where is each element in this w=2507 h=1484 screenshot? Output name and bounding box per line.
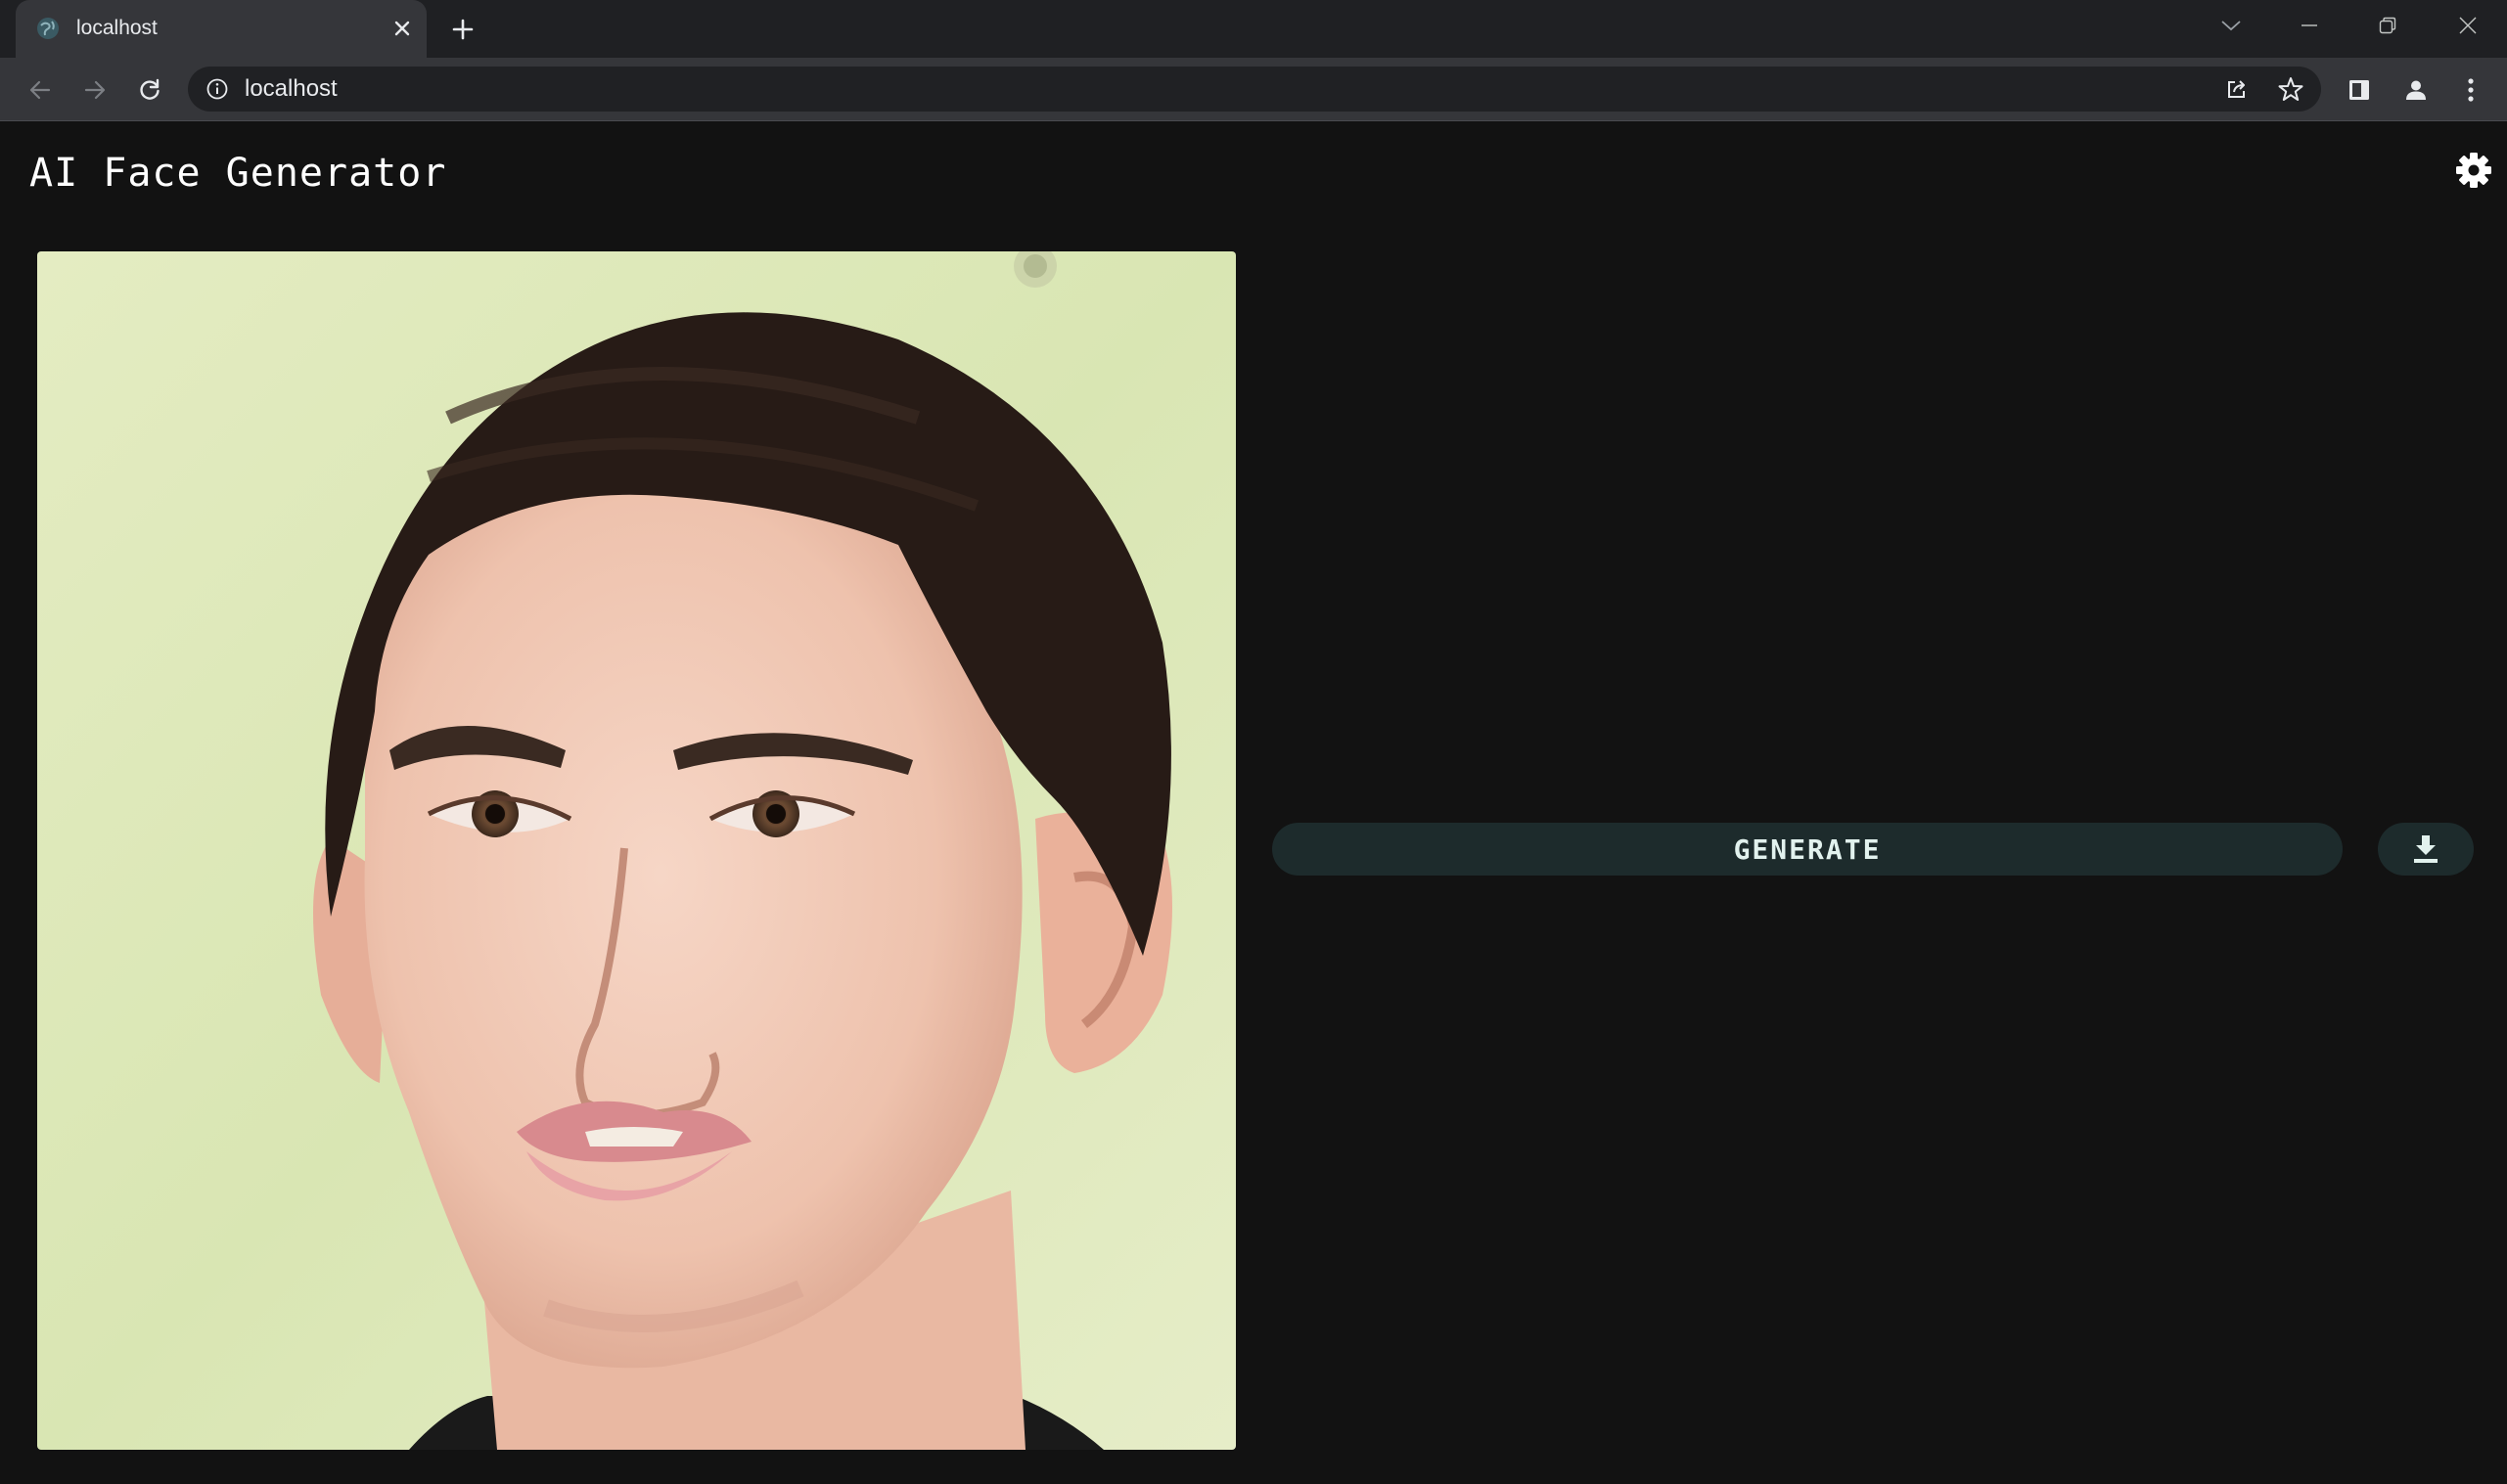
app-page: AI Face Generator GENERATE <box>0 121 2507 1484</box>
minimize-icon <box>2302 24 2317 26</box>
download-icon <box>2414 835 2438 863</box>
profile-icon[interactable] <box>2397 71 2435 109</box>
side-panel-icon[interactable] <box>2341 71 2378 109</box>
app-title: AI Face Generator <box>29 151 447 196</box>
restore-icon <box>2379 17 2396 34</box>
globe-favicon-icon <box>35 16 61 41</box>
close-tab-icon[interactable] <box>387 14 417 43</box>
restore-button[interactable] <box>2366 4 2409 47</box>
back-button[interactable] <box>22 71 59 109</box>
address-url[interactable]: localhost <box>245 76 338 102</box>
tab-search-button[interactable] <box>2210 4 2253 47</box>
browser-toolbar: localhost <box>0 58 2507 121</box>
close-window-button[interactable] <box>2446 4 2489 47</box>
chevron-down-icon <box>2221 21 2241 31</box>
reload-icon <box>140 78 160 100</box>
tab-title: localhost <box>76 17 158 39</box>
address-bar[interactable]: localhost <box>188 67 2321 112</box>
info-icon[interactable] <box>205 77 229 101</box>
more-vertical-icon[interactable] <box>2452 71 2489 109</box>
share-icon[interactable] <box>2223 75 2251 103</box>
browser-window: localhost localhost AI Face Generator GE… <box>0 0 2507 1484</box>
tab-strip: localhost <box>0 0 2507 58</box>
settings-button[interactable] <box>2452 149 2495 192</box>
back-arrow-icon <box>29 80 51 100</box>
download-button[interactable] <box>2378 823 2474 876</box>
tab-localhost[interactable]: localhost <box>16 0 427 58</box>
reload-button[interactable] <box>131 71 168 109</box>
minimize-button[interactable] <box>2288 4 2331 47</box>
plus-icon <box>452 19 474 40</box>
new-tab-button[interactable] <box>445 12 480 47</box>
star-icon[interactable] <box>2277 75 2304 103</box>
forward-button[interactable] <box>76 71 114 109</box>
generate-button[interactable]: GENERATE <box>1272 823 2343 876</box>
generated-face-image <box>37 251 1236 1450</box>
gear-icon <box>2456 153 2491 188</box>
close-icon <box>2459 17 2477 34</box>
forward-arrow-icon <box>84 80 106 100</box>
